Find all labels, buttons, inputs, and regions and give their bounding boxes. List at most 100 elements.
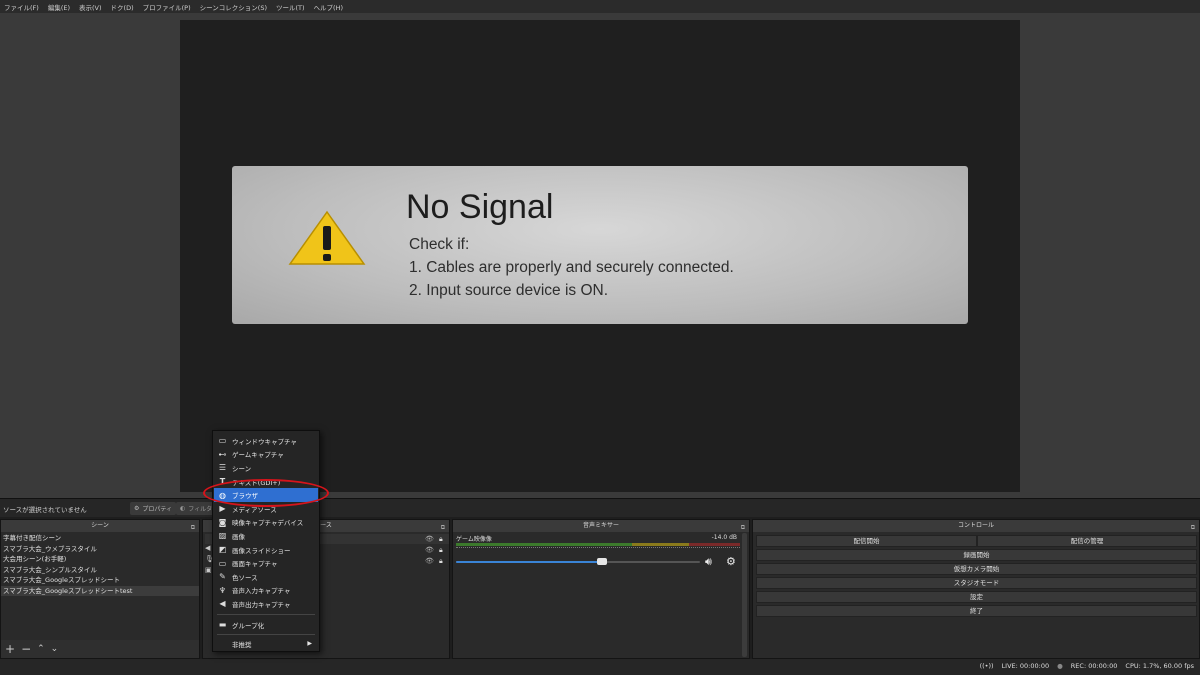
scene-item[interactable]: スマブラ大会_シンプルスタイル xyxy=(1,565,199,576)
menu-item-label: 画像 xyxy=(232,532,245,541)
mixer-track-name: ゲーム映像像 xyxy=(456,536,492,543)
sources-title: ース xyxy=(320,522,332,529)
scene-item[interactable]: スマブラ大会_ウメブラスタイル xyxy=(1,544,199,555)
rec-status: REC: 00:00:00 xyxy=(1070,662,1118,670)
scene-item-selected[interactable]: スマブラ大会_Googleスプレッドシートtest xyxy=(1,585,199,596)
menu-item-label: グループ化 xyxy=(232,621,265,630)
menu-item-label: 非推奨 xyxy=(232,640,252,649)
window-icon: ▭ xyxy=(218,436,227,446)
add-scene-icon[interactable]: + xyxy=(5,642,15,656)
filter-icon: ◐ xyxy=(180,505,186,512)
studio-mode-button[interactable]: スタジオモード xyxy=(756,577,1197,589)
menu-separator xyxy=(217,634,315,635)
exit-button[interactable]: 終了 xyxy=(756,605,1197,617)
scenes-title: シーン xyxy=(91,522,109,529)
gear-icon: ⚙ xyxy=(134,505,140,512)
camera-icon: ◙ xyxy=(218,517,227,527)
menu-item-game-capture[interactable]: ⊷ ゲームキャプチャ xyxy=(214,448,318,462)
submenu-arrow-icon: ▶ xyxy=(307,640,312,648)
dock-float-icon[interactable]: ⧉ xyxy=(441,522,445,534)
menu-item-color-source[interactable]: ✎ 色ソース xyxy=(214,570,318,584)
menu-item-image[interactable]: ▨ 画像 xyxy=(214,529,318,543)
menu-help[interactable]: ヘルプ(H) xyxy=(314,2,343,12)
scenes-header: シーン ⧉ xyxy=(1,520,199,532)
speaker-icon: ◀ xyxy=(219,599,226,609)
volume-slider-track[interactable] xyxy=(456,561,700,563)
highlight-circle xyxy=(203,479,329,507)
menu-item-label: ウィンドウキャプチャ xyxy=(232,437,297,446)
mixer-title: 音声ミキサー xyxy=(582,522,619,529)
mixer-scrollbar[interactable] xyxy=(742,533,747,657)
dock-float-icon[interactable]: ⧉ xyxy=(1191,522,1195,534)
no-signal-line: Check if: xyxy=(409,236,470,253)
start-streaming-button[interactable]: 配信開始 xyxy=(756,535,977,547)
no-signal-title: No Signal xyxy=(406,188,554,226)
menu-item-label: 映像キャプチャデバイス xyxy=(232,519,304,528)
menu-item-group[interactable]: ▬ グループ化 xyxy=(214,618,318,632)
volume-meter xyxy=(456,543,740,546)
mic-icon: ♆ xyxy=(218,585,227,595)
rec-icon: ● xyxy=(1057,662,1063,670)
properties-label: プロパティ xyxy=(142,506,173,513)
lock-icons[interactable]: 🔒︎ 🔒︎ 🔒︎ xyxy=(439,534,443,567)
cpu-status: CPU: 1.7%, 60.00 fps xyxy=(1125,662,1194,670)
menu-item-label: 色ソース xyxy=(232,573,258,582)
menu-item-audio-input[interactable]: ♆ 音声入力キャプチャ xyxy=(214,584,318,598)
menu-profile[interactable]: プロファイル(P) xyxy=(143,2,191,12)
visibility-icons[interactable]: 👁︎ 👁︎ 👁︎ xyxy=(425,534,434,567)
speaker-icon[interactable]: 🔊︎ xyxy=(705,555,712,569)
no-signal-line: 1. Cables are properly and securely conn… xyxy=(409,259,734,276)
menu-view[interactable]: 表示(V) xyxy=(79,2,102,12)
scenes-dock: シーン ⧉ 字幕付き配信シーン スマブラ大会_ウメブラスタイル 大会用シーン(お… xyxy=(0,519,200,659)
gamepad-icon: ⊷ xyxy=(218,449,227,459)
menu-item-label: シーン xyxy=(232,464,252,473)
menu-tools[interactable]: ツール(T) xyxy=(276,2,305,12)
no-signal-panel: No Signal Check if: 1. Cables are proper… xyxy=(232,166,968,324)
properties-button[interactable]: ⚙ プロパティ xyxy=(130,502,177,515)
menu-item-video-capture[interactable]: ◙ 映像キャプチャデバイス xyxy=(214,516,318,530)
filters-label: フィルタ xyxy=(188,506,213,513)
no-signal-line: 2. Input source device is ON. xyxy=(409,282,609,299)
menu-item-scene[interactable]: ☰ シーン xyxy=(214,461,318,475)
settings-button[interactable]: 設定 xyxy=(756,591,1197,603)
scene-item[interactable]: 大会用シーン(お手軽) xyxy=(1,554,199,565)
volume-slider-handle[interactable] xyxy=(597,558,608,565)
scene-item[interactable]: スマブラ大会_Googleスプレッドシート xyxy=(1,575,199,586)
add-source-context-menu: ▭ ウィンドウキャプチャ ⊷ ゲームキャプチャ ☰ シーン T テキスト(GDI+) ◍… xyxy=(212,430,320,652)
start-recording-button[interactable]: 録画開始 xyxy=(756,549,1197,561)
menu-item-display-capture[interactable]: ▭ 画面キャプチャ xyxy=(214,556,318,570)
menu-dock[interactable]: ドク(D) xyxy=(111,2,134,12)
volume-slider-fill xyxy=(456,561,603,563)
manage-stream-button[interactable]: 配信の管理 xyxy=(977,535,1197,547)
menu-item-label: ゲームキャプチャ xyxy=(232,451,284,460)
menu-item-label: 画像スライドショー xyxy=(232,546,291,555)
menu-item-window-capture[interactable]: ▭ ウィンドウキャプチャ xyxy=(214,434,318,448)
menu-bar: ファイル(F) 編集(E) 表示(V) ドク(D) プロファイル(P) シーンコ… xyxy=(0,0,1200,13)
move-up-icon[interactable]: ⌃ xyxy=(37,644,45,654)
image-icon: ▨ xyxy=(218,531,227,541)
no-source-selected-label: ソースが選択されていません xyxy=(3,506,87,514)
menu-item-audio-output[interactable]: ◀ 音声出力キャプチャ xyxy=(214,597,318,611)
menu-item-image-slideshow[interactable]: ◩ 画像スライドショー xyxy=(214,543,318,557)
status-items: ((•)) LIVE: 00:00:00 ● REC: 00:00:00 CPU… xyxy=(980,662,1194,670)
live-status: LIVE: 00:00:00 xyxy=(1001,662,1050,670)
audio-mixer-dock: 音声ミキサー ⧉ ゲーム映像像 -14.0 dB 🔊︎ ⚙ xyxy=(452,519,750,659)
list-icon: ☰ xyxy=(218,463,227,473)
scene-item[interactable]: 字幕付き配信シーン xyxy=(1,533,199,544)
start-virtual-camera-button[interactable]: 仮想カメラ開始 xyxy=(756,563,1197,575)
gear-icon[interactable]: ⚙ xyxy=(726,555,736,568)
scene-toolbar: + − ⌃ ⌄ xyxy=(1,640,199,658)
no-signal-text: Check if: 1. Cables are properly and sec… xyxy=(409,233,734,302)
status-bar: ((•)) LIVE: 00:00:00 ● REC: 00:00:00 CPU… xyxy=(0,659,1200,675)
menu-item-deprecated[interactable]: 非推奨 ▶ xyxy=(214,637,318,651)
remove-scene-icon[interactable]: − xyxy=(21,642,31,656)
scene-list: 字幕付き配信シーン スマブラ大会_ウメブラスタイル 大会用シーン(お手軽) スマ… xyxy=(1,533,199,596)
menu-item-label: 音声出力キャプチャ xyxy=(232,600,291,609)
brush-icon: ✎ xyxy=(219,572,226,582)
filters-button[interactable]: ◐ フィルタ xyxy=(176,502,217,515)
menu-file[interactable]: ファイル(F) xyxy=(4,2,39,12)
menu-item-label: 画面キャプチャ xyxy=(232,560,278,569)
menu-scene-collection[interactable]: シーンコレクション(S) xyxy=(200,2,267,12)
move-down-icon[interactable]: ⌄ xyxy=(51,644,59,654)
menu-edit[interactable]: 編集(E) xyxy=(48,2,70,12)
